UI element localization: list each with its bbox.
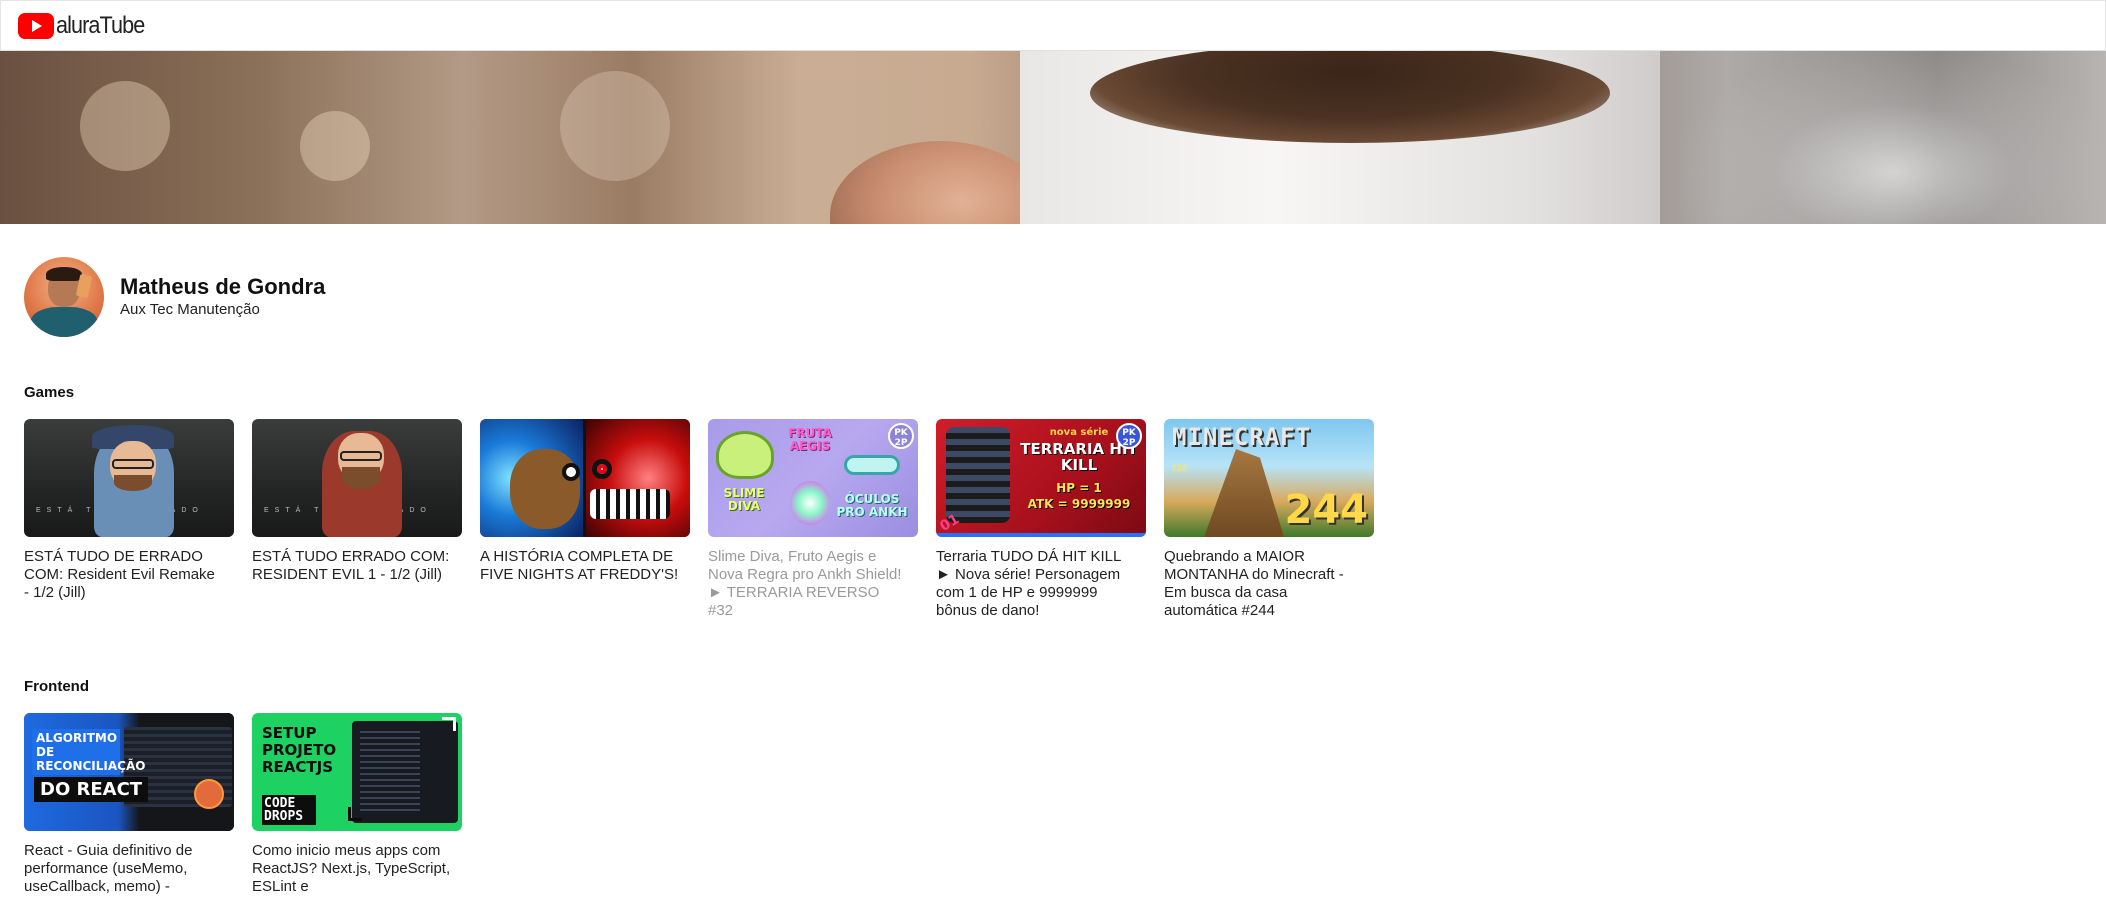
section-title-games: Games (24, 384, 75, 401)
video-card[interactable]: MINECRAFT 238 244 Quebrando a MAIOR MONT… (1164, 419, 1374, 620)
logo[interactable]: aluraTube (18, 11, 154, 41)
video-row-frontend: ALGORITMO DE RECONCILIAÇÃO DO REACT Reac… (24, 713, 480, 896)
video-title[interactable]: Slime Diva, Fruto Aegis e Nova Regra pro… (708, 548, 908, 620)
video-card[interactable]: SETUP PROJETO REACTJS CODE DROPS Como in… (252, 713, 462, 896)
profile-info: Matheus de Gondra Aux Tec Manutenção (120, 274, 325, 320)
video-title[interactable]: React - Guia definitivo de performance (… (24, 842, 224, 896)
video-title[interactable]: Terraria TUDO DÁ HIT KILL ► Nova série! … (936, 548, 1136, 620)
avatar[interactable] (24, 257, 104, 337)
youtube-play-icon (18, 12, 54, 39)
video-card[interactable]: ALGORITMO DE RECONCILIAÇÃO DO REACT Reac… (24, 713, 234, 896)
video-card[interactable]: FRUTA AEGIS SLIME DIVA ÓCULOS PRO ANKH P… (708, 419, 918, 620)
profile-section: Matheus de Gondra Aux Tec Manutenção (24, 257, 325, 337)
banner-steam (1680, 51, 2106, 224)
section-title-frontend: Frontend (24, 678, 89, 695)
video-title[interactable]: Como inicio meus apps com ReactJS? Next.… (252, 842, 452, 896)
banner-hand (830, 141, 1050, 224)
video-thumbnail[interactable]: ESTÁ TUDO ERRADO (252, 419, 462, 537)
top-bar: aluraTube (0, 0, 2106, 51)
channel-banner (0, 51, 2106, 224)
video-card[interactable]: ESTÁ TUDO ERRADO ESTÁ TUDO ERRADO COM: R… (252, 419, 462, 620)
logo-text: aluraTube (56, 11, 145, 39)
profile-job: Aux Tec Manutenção (120, 301, 260, 318)
video-title[interactable]: Quebrando a MAIOR MONTANHA do Minecraft … (1164, 548, 1364, 620)
video-thumbnail[interactable]: FRUTA AEGIS SLIME DIVA ÓCULOS PRO ANKH P… (708, 419, 918, 537)
video-thumbnail[interactable] (480, 419, 690, 537)
video-card[interactable]: A HISTÓRIA COMPLETA DE FIVE NIGHTS AT FR… (480, 419, 690, 620)
video-card[interactable]: nova série TERRARIA HIT KILL HP = 1 ATK … (936, 419, 1146, 620)
video-row-games: ESTÁ TUDO ERRADO ESTÁ TUDO DE ERRADO COM… (24, 419, 1392, 620)
video-thumbnail[interactable]: SETUP PROJETO REACTJS CODE DROPS (252, 713, 462, 831)
video-title[interactable]: A HISTÓRIA COMPLETA DE FIVE NIGHTS AT FR… (480, 548, 680, 584)
video-thumbnail[interactable]: ALGORITMO DE RECONCILIAÇÃO DO REACT (24, 713, 234, 831)
video-thumbnail[interactable]: ESTÁ TUDO ERRADO (24, 419, 234, 537)
video-title[interactable]: ESTÁ TUDO ERRADO COM: RESIDENT EVIL 1 - … (252, 548, 452, 584)
profile-name: Matheus de Gondra (120, 274, 326, 299)
video-thumbnail[interactable]: nova série TERRARIA HIT KILL HP = 1 ATK … (936, 419, 1146, 537)
video-card[interactable]: ESTÁ TUDO ERRADO ESTÁ TUDO DE ERRADO COM… (24, 419, 234, 620)
video-title[interactable]: ESTÁ TUDO DE ERRADO COM: Resident Evil R… (24, 548, 224, 602)
video-thumbnail[interactable]: MINECRAFT 238 244 (1164, 419, 1374, 537)
